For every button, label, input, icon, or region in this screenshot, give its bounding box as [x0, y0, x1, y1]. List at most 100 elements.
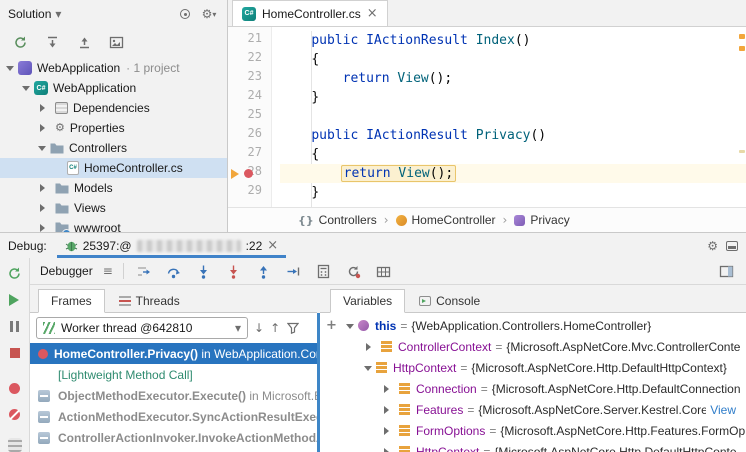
stack-frame-lightweight[interactable]: [Lightweight Method Call]: [30, 364, 317, 385]
step-out-icon[interactable]: [254, 261, 274, 281]
dependencies-icon: [55, 102, 68, 114]
chevron-down-icon: [22, 86, 30, 95]
view-link[interactable]: View: [706, 403, 736, 417]
frames-panel: Frames Threads Worker thread @642810 ▾: [30, 285, 317, 452]
step-into-icon[interactable]: [194, 261, 214, 281]
close-icon[interactable]: ×: [367, 7, 378, 20]
error-stripe[interactable]: [739, 30, 745, 206]
variables-panel: Variables Console + this = {WebApplicati…: [320, 285, 746, 452]
stripe-mark[interactable]: [739, 46, 745, 51]
chevron-right-icon[interactable]: [384, 385, 393, 393]
refresh-icon[interactable]: [10, 32, 30, 52]
code-text[interactable]: public IActionResult Index() { return Vi…: [272, 27, 746, 207]
variable-httpcontext[interactable]: HttpContext = {Microsoft.AspNetCore.Http…: [320, 357, 746, 378]
chevron-down-icon[interactable]: [364, 366, 372, 375]
restore-layout-icon[interactable]: [716, 261, 736, 281]
editor-gutter[interactable]: 21 22 23 24 25 26 27 28 29: [228, 27, 272, 207]
solution-view-dropdown[interactable]: Solution ▾: [8, 7, 61, 21]
stack-frame-syncactionresult[interactable]: ActionMethodExecutor.SyncActionResultExe…: [30, 406, 317, 427]
pause-icon[interactable]: [5, 319, 25, 333]
debug-header: Debug: 25397:@ :22 × ⚙: [0, 233, 746, 258]
preview-icon[interactable]: [106, 32, 126, 52]
stop-icon[interactable]: [5, 345, 25, 359]
breadcrumb-privacy[interactable]: Privacy: [514, 213, 569, 227]
tree-item-views[interactable]: Views: [0, 198, 227, 218]
move-down-icon[interactable]: ↓: [254, 321, 264, 335]
stripe-mark[interactable]: [739, 34, 745, 39]
variable-connection[interactable]: Connection = {Microsoft.AspNetCore.Http.…: [320, 378, 746, 399]
gear-icon[interactable]: ⚙: [707, 239, 718, 253]
breadcrumb-separator: ›: [503, 213, 508, 227]
resume-icon[interactable]: [5, 293, 25, 307]
editor-tab-bar: C# HomeController.cs ×: [228, 0, 746, 27]
expand-all-icon[interactable]: [42, 32, 62, 52]
editor-tab-homecontroller[interactable]: C# HomeController.cs ×: [232, 0, 388, 26]
field-icon: [381, 341, 392, 344]
stack-frame-invokeactionmethod[interactable]: ControllerActionInvoker.InvokeActionMeth…: [30, 427, 317, 448]
tab-console[interactable]: Console: [407, 289, 492, 313]
bug-icon: [65, 239, 78, 252]
run-to-cursor-icon[interactable]: [284, 261, 304, 281]
chevron-right-icon[interactable]: [384, 406, 393, 414]
tree-item-dependencies[interactable]: Dependencies: [0, 98, 227, 118]
chevron-right-icon[interactable]: [384, 427, 393, 435]
filter-icon[interactable]: [286, 318, 300, 338]
move-up-icon[interactable]: ↑: [270, 321, 280, 335]
tree-item-wwwroot[interactable]: wwwroot: [0, 218, 227, 232]
breadcrumb-homecontroller[interactable]: HomeController: [396, 213, 496, 227]
frames-list: HomeController.Privacy() in WebApplicati…: [30, 343, 317, 452]
collapse-all-icon[interactable]: [74, 32, 94, 52]
stripe-mark[interactable]: [739, 150, 745, 153]
locate-file-icon[interactable]: [175, 4, 195, 24]
variable-this[interactable]: this = {WebApplication.Controllers.HomeC…: [320, 315, 746, 336]
variable-controllercontext[interactable]: ControllerContext = {Microsoft.AspNetCor…: [320, 336, 746, 357]
chevron-down-icon[interactable]: [346, 324, 354, 333]
view-breakpoints-icon[interactable]: [5, 382, 25, 396]
variable-features[interactable]: Features = {Microsoft.AspNetCore.Server.…: [320, 399, 746, 420]
tree-item-homecontroller[interactable]: C# HomeController.cs: [0, 158, 227, 178]
tree-item-solution[interactable]: WebApplication · 1 project: [0, 58, 227, 78]
reset-frame-icon[interactable]: [344, 261, 364, 281]
evaluate-expression-icon[interactable]: [314, 261, 334, 281]
mute-breakpoints-icon[interactable]: [5, 408, 25, 422]
method-icon: [514, 215, 525, 226]
stack-frame-execute[interactable]: ObjectMethodExecutor.Execute() in Micros…: [30, 385, 317, 406]
frame-icon: [38, 432, 50, 444]
memory-view-icon[interactable]: [374, 261, 394, 281]
chevron-right-icon[interactable]: [366, 343, 375, 351]
editor-tab-label: HomeController.cs: [262, 7, 361, 21]
rerun-icon[interactable]: [5, 266, 25, 281]
breakpoint-icon: [38, 349, 48, 359]
thread-selector[interactable]: Worker thread @642810 ▾: [36, 317, 248, 339]
chevron-right-icon[interactable]: [384, 448, 393, 452]
debug-session-tab[interactable]: 25397:@ :22 ×: [57, 233, 286, 258]
settings-icon[interactable]: [5, 434, 25, 452]
step-over-icon[interactable]: [164, 261, 184, 281]
chevron-down-icon: ▾: [55, 7, 61, 21]
tab-variables[interactable]: Variables: [330, 289, 405, 313]
tree-item-controllers[interactable]: Controllers: [0, 138, 227, 158]
csharp-file-icon: C#: [242, 7, 256, 21]
debugger-toolbar: Debugger ≡: [30, 258, 746, 285]
tree-item-project[interactable]: C# WebApplication: [0, 78, 227, 98]
tab-frames[interactable]: Frames: [38, 289, 105, 313]
variable-httpcontext-self[interactable]: HttpContext = {Microsoft.AspNetCore.Http…: [320, 441, 746, 452]
variable-formoptions[interactable]: FormOptions = {Microsoft.AspNetCore.Http…: [320, 420, 746, 441]
force-step-into-icon[interactable]: [224, 261, 244, 281]
folder-icon: [55, 182, 69, 194]
menu-icon[interactable]: ≡: [103, 264, 113, 278]
gear-icon[interactable]: ⚙▾: [199, 4, 219, 24]
variables-tree: + this = {WebApplication.Controllers.Hom…: [320, 313, 746, 452]
breadcrumb-controllers[interactable]: {} Controllers: [298, 213, 377, 227]
code-area[interactable]: 21 22 23 24 25 26 27 28 29 public IActio…: [228, 27, 746, 207]
close-icon[interactable]: ×: [267, 239, 278, 252]
stack-frame-partial[interactable]: [30, 448, 317, 452]
breakpoint-icon[interactable]: [244, 169, 253, 178]
stack-frame-privacy[interactable]: HomeController.Privacy() in WebApplicati…: [30, 343, 317, 364]
show-execution-point-icon[interactable]: [134, 261, 154, 281]
breadcrumb-separator: ›: [384, 213, 389, 227]
tab-threads[interactable]: Threads: [107, 289, 192, 313]
tree-item-properties[interactable]: ⚙ Properties: [0, 118, 227, 138]
tree-item-models[interactable]: Models: [0, 178, 227, 198]
hide-panel-icon[interactable]: [726, 241, 738, 251]
